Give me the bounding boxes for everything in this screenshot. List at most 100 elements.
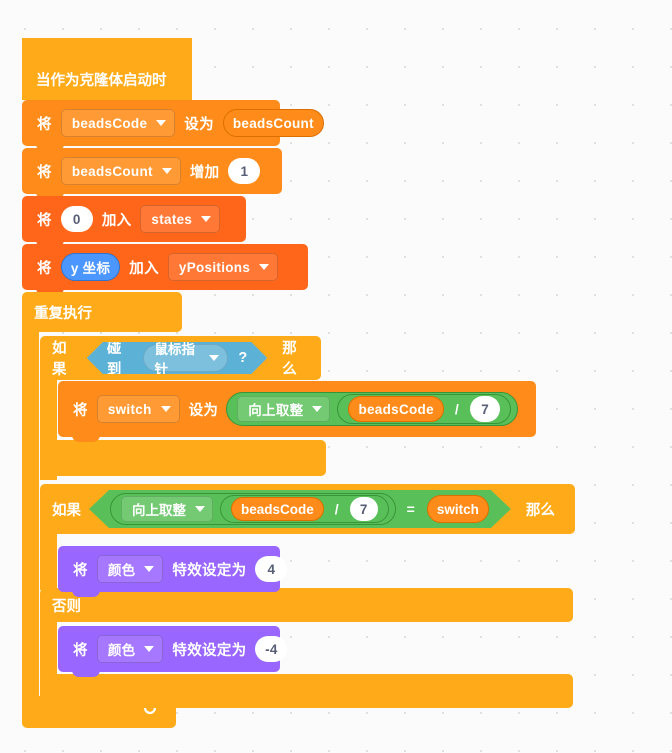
- hat-body: 当作为克隆体启动时: [22, 58, 192, 100]
- set-switch-prefix: 将: [73, 402, 88, 419]
- block-change-variable-beadscount[interactable]: 将 beadsCount 增加 1: [22, 148, 282, 199]
- color-effect-neg-dropdown[interactable]: 颜色: [96, 635, 164, 663]
- color-effect-neg-prefix: 将: [73, 642, 88, 659]
- if-else-if-label: 如果: [52, 502, 81, 519]
- chevron-down-icon: [209, 355, 219, 361]
- set-beadscode-variable-label: beadsCode: [71, 115, 148, 131]
- change-beadscount-value-input[interactable]: 1: [228, 158, 261, 184]
- change-beadscount-verb: 增加: [189, 164, 220, 181]
- add-ypositions-verb: 加入: [129, 260, 159, 277]
- chevron-down-icon: [259, 264, 270, 270]
- boolean-equals[interactable]: 向上取整 beadsCode / 7 = switch: [89, 490, 511, 528]
- forever-top: 重复执行: [22, 292, 182, 332]
- color-effect-neg-value: -4: [265, 641, 278, 657]
- ceiling-function-label-2: 向上取整: [132, 503, 186, 518]
- add-states-value-input[interactable]: 0: [60, 206, 93, 232]
- operator-math-ceiling-1[interactable]: 向上取整 beadsCode / 7: [226, 392, 519, 426]
- if-else-else-row: 否则: [40, 588, 573, 622]
- block-set-color-effect-positive[interactable]: 将 颜色 特效设定为 4: [58, 546, 288, 597]
- block-add-to-list-ypositions[interactable]: 将 y 坐标 加入 yPositions: [22, 244, 308, 295]
- divide-symbol-1: /: [454, 401, 460, 417]
- change-beadscount-value: 1: [240, 163, 249, 179]
- color-effect-neg-effect-label: 颜色: [107, 643, 136, 658]
- color-effect-neg-verb: 特效设定为: [172, 642, 247, 659]
- equals-symbol: =: [406, 501, 415, 517]
- hat-label: 当作为克隆体启动时: [36, 72, 167, 89]
- set-switch-variable-label: switch: [107, 401, 152, 417]
- touching-verb: 碰到: [106, 341, 122, 378]
- block-set-color-effect-negative[interactable]: 将 颜色 特效设定为 -4: [58, 626, 288, 677]
- add-states-value: 0: [72, 211, 81, 227]
- block-set-variable-beadscode[interactable]: 将 beadsCode 设为 beadsCount: [22, 100, 324, 151]
- change-beadscount-variable-dropdown[interactable]: beadsCount: [60, 157, 181, 185]
- chevron-down-icon: [144, 646, 155, 652]
- color-effect-pos-value: 4: [267, 561, 276, 577]
- boolean-touching[interactable]: 碰到 鼠标指针 ?: [87, 342, 267, 374]
- add-states-verb: 加入: [101, 212, 132, 229]
- set-switch-verb: 设为: [188, 402, 219, 419]
- reporter-beadscount-label: beadsCount: [232, 115, 314, 131]
- change-beadscount-prefix: 将: [37, 164, 52, 181]
- if-else-bottom: [40, 674, 573, 708]
- reporter-beadscode-2[interactable]: beadsCode: [231, 497, 324, 521]
- block-when-i-start-as-clone[interactable]: 当作为克隆体启动时: [22, 38, 192, 100]
- touching-target-label: 鼠标指针: [154, 342, 196, 377]
- if-else-spine-bottom: [40, 618, 57, 678]
- add-ypositions-prefix: 将: [37, 260, 52, 277]
- set-beadscode-prefix: 将: [37, 116, 52, 133]
- color-effect-pos-value-input[interactable]: 4: [255, 556, 288, 582]
- reporter-beadscode-label-2: beadsCode: [241, 501, 314, 517]
- operator-divide-1[interactable]: beadsCode / 7: [337, 394, 512, 424]
- if-else-then-label: 那么: [525, 502, 555, 519]
- divide-right-input-1[interactable]: 7: [470, 396, 501, 422]
- forever-spine: [22, 328, 39, 724]
- reporter-beadscode-1[interactable]: beadsCode: [348, 396, 444, 422]
- color-effect-pos-prefix: 将: [73, 562, 88, 579]
- add-states-list-label: states: [151, 211, 193, 227]
- set-switch-variable-dropdown[interactable]: switch: [96, 395, 180, 423]
- divide-right-value-2: 7: [359, 501, 368, 517]
- color-effect-neg-value-input[interactable]: -4: [255, 636, 288, 662]
- block-set-variable-switch[interactable]: 将 switch 设为 向上取整 beadsCode / 7: [58, 381, 536, 442]
- chevron-down-icon: [156, 120, 167, 126]
- if-else-spine-top: [40, 530, 57, 590]
- color-effect-pos-dropdown[interactable]: 颜色: [96, 555, 164, 583]
- add-ypositions-list-dropdown[interactable]: yPositions: [167, 253, 279, 281]
- ceiling-function-dropdown-2[interactable]: 向上取整: [121, 496, 213, 522]
- if-else-top: 如果 向上取整 beadsCode / 7 = switch 那么: [40, 484, 575, 534]
- reporter-switch[interactable]: switch: [427, 495, 489, 523]
- reporter-y-position[interactable]: y 坐标: [60, 253, 121, 281]
- forever-label: 重复执行: [34, 305, 92, 322]
- if-touching-bottom: [40, 440, 326, 476]
- chevron-down-icon: [161, 168, 172, 174]
- reporter-y-position-label: y 坐标: [70, 261, 111, 276]
- ceiling-function-label-1: 向上取整: [248, 403, 304, 418]
- divide-right-input-2[interactable]: 7: [350, 497, 378, 521]
- if-touching-then-label: 那么: [282, 341, 297, 378]
- chevron-down-icon: [144, 566, 155, 572]
- set-beadscode-variable-dropdown[interactable]: beadsCode: [60, 109, 176, 137]
- chevron-down-icon: [312, 406, 323, 412]
- ceiling-function-dropdown-1[interactable]: 向上取整: [237, 396, 331, 422]
- chevron-down-icon: [195, 506, 205, 512]
- operator-math-ceiling-2[interactable]: 向上取整 beadsCode / 7: [110, 493, 396, 525]
- chevron-down-icon: [160, 406, 171, 412]
- color-effect-pos-effect-label: 颜色: [107, 563, 136, 578]
- change-beadscount-variable-label: beadsCount: [71, 163, 153, 179]
- if-touching-if-label: 如果: [52, 341, 67, 378]
- chevron-down-icon: [201, 216, 212, 222]
- touching-target-dropdown[interactable]: 鼠标指针: [143, 344, 229, 372]
- block-add-to-list-states[interactable]: 将 0 加入 states: [22, 196, 246, 247]
- set-beadscode-verb: 设为: [184, 116, 214, 133]
- reporter-beadscode-label-1: beadsCode: [358, 401, 434, 417]
- reporter-beadscount[interactable]: beadsCount: [222, 109, 324, 137]
- add-ypositions-list-label: yPositions: [178, 259, 251, 275]
- touching-suffix: ?: [238, 350, 248, 366]
- add-states-prefix: 将: [37, 212, 52, 229]
- if-touching-top: 如果 碰到 鼠标指针 ? 那么: [40, 336, 321, 380]
- add-states-list-dropdown[interactable]: states: [140, 205, 221, 233]
- operator-divide-2[interactable]: beadsCode / 7: [220, 495, 389, 523]
- scratch-block-workspace[interactable]: 当作为克隆体启动时 将 beadsCode 设为 beadsCount 将 be…: [0, 0, 672, 753]
- divide-right-value-1: 7: [481, 401, 490, 417]
- divide-symbol-2: /: [334, 501, 339, 517]
